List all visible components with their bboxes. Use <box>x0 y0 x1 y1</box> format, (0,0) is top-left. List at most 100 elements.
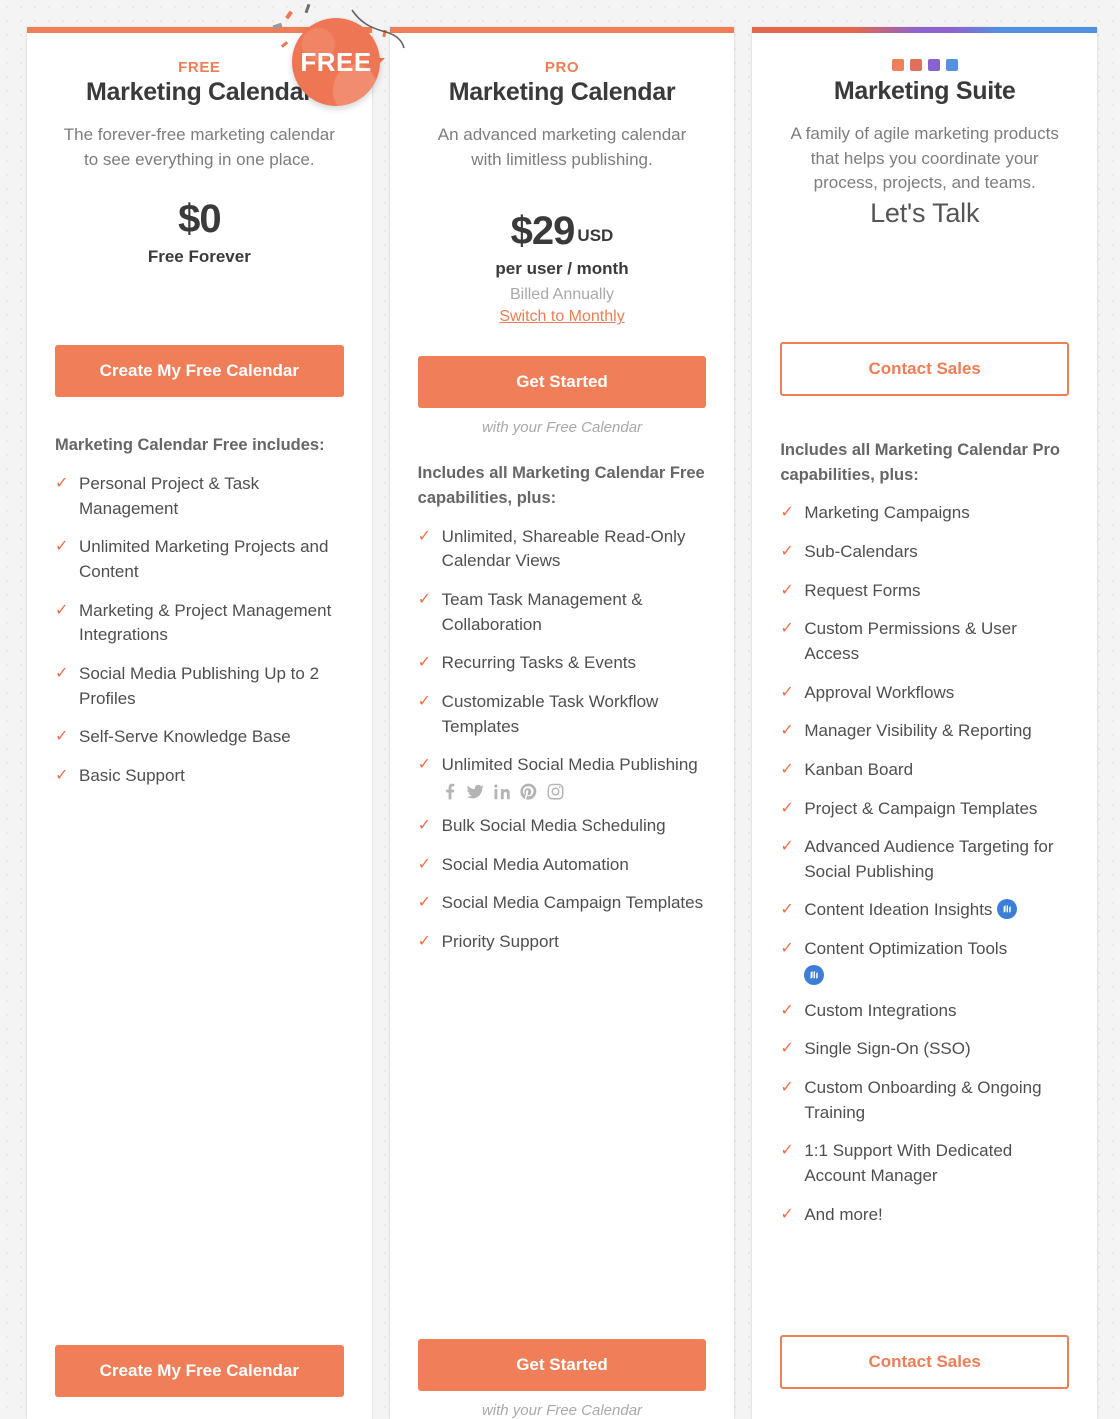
feature-label: Personal Project & Task Management <box>79 474 260 518</box>
lets-talk-label: Let's Talk <box>870 197 980 228</box>
feature-label: Priority Support <box>441 931 559 951</box>
feature-item: ✓ Bulk Social Media Scheduling <box>418 814 707 839</box>
feature-item: ✓ Unlimited Marketing Projects and Conte… <box>55 535 344 584</box>
feature-label: Unlimited Marketing Projects and Content <box>79 537 329 581</box>
feature-label: Social Media Automation <box>441 854 629 874</box>
facebook-icon <box>442 783 457 800</box>
feature-label: Sub-Calendars <box>804 542 918 562</box>
check-icon: ✓ <box>780 1001 794 1019</box>
pricing-card-free: FREE Marketing Calendar The forever-free… <box>27 27 372 1419</box>
feature-label: Manager Visibility & Reporting <box>804 721 1032 741</box>
feature-item: ✓ Team Task Management & Collaboration <box>418 588 707 637</box>
feature-item: ✓ Basic Support <box>55 764 344 789</box>
card-accent-bar <box>389 27 735 33</box>
feature-item: ✓ Marketing Campaigns <box>780 501 1069 526</box>
feature-label: And more! <box>804 1204 883 1224</box>
suite-product-squares <box>780 59 1069 71</box>
check-icon: ✓ <box>780 760 794 778</box>
bottom-cta-pro: Get Started with your Free Calendar <box>417 1339 707 1419</box>
square-purple-icon <box>927 59 940 71</box>
feature-label: Single Sign-On (SSO) <box>804 1039 971 1059</box>
plan-description-pro: An advanced marketing calendar with limi… <box>437 125 687 169</box>
feature-item: ✓ Advanced Audience Targeting for Social… <box>780 835 1069 884</box>
check-icon: ✓ <box>780 543 794 561</box>
feature-label: Kanban Board <box>804 759 914 779</box>
bottom-cta-free: Create My Free Calendar <box>55 1345 344 1419</box>
check-icon: ✓ <box>780 722 794 740</box>
pricing-card-pro: PRO Marketing Calendar An advanced marke… <box>389 27 735 1419</box>
feature-item: ✓ Social Media Automation <box>418 853 707 878</box>
plan-title-pro: Marketing Calendar <box>448 78 676 106</box>
check-icon: ✓ <box>55 601 69 619</box>
feature-label: Approval Workflows <box>804 682 955 702</box>
card-accent-bar-gradient <box>752 27 1098 33</box>
instagram-icon <box>547 783 564 800</box>
check-icon: ✓ <box>417 527 432 545</box>
feature-item: ✓ Self-Serve Knowledge Base <box>55 725 344 750</box>
check-icon: ✓ <box>55 728 69 746</box>
feature-label: Recurring Tasks & Events <box>441 653 636 673</box>
analytics-badge-icon <box>804 964 1007 985</box>
feature-item: ✓ Approval Workflows <box>780 681 1069 706</box>
billing-period-label: Billed Annually <box>509 286 615 304</box>
feature-label: Custom Integrations <box>804 1000 957 1020</box>
check-icon: ✓ <box>780 1205 794 1223</box>
square-red-icon <box>909 59 922 71</box>
feature-label: Advanced Audience Targeting for Social P… <box>804 837 1054 881</box>
analytics-badge-icon <box>997 899 1018 920</box>
check-icon: ✓ <box>417 654 432 672</box>
feature-item: ✓ Sub-Calendars <box>780 540 1069 565</box>
switch-to-monthly-link[interactable]: Switch to Monthly <box>499 308 624 326</box>
contact-sales-button-top[interactable]: Contact Sales <box>780 341 1070 396</box>
feature-label: Basic Support <box>79 765 185 785</box>
feature-item: ✓ Project & Campaign Templates <box>780 797 1069 822</box>
feature-label: Bulk Social Media Scheduling <box>441 815 666 835</box>
feature-item: ✓ Single Sign-On (SSO) <box>780 1037 1069 1062</box>
feature-item: ✓ Unlimited, Shareable Read-Only Calenda… <box>418 525 707 574</box>
check-icon: ✓ <box>55 475 69 493</box>
cta-note-pro-bottom: with your Free Calendar <box>481 1402 643 1419</box>
square-orange-icon <box>891 59 904 71</box>
check-icon: ✓ <box>780 581 794 599</box>
feature-label: Content Ideation Insights <box>804 900 993 920</box>
check-icon: ✓ <box>417 894 432 912</box>
check-icon: ✓ <box>55 538 69 556</box>
price-currency-pro: USD <box>577 226 614 246</box>
feature-item: ✓ 1:1 Support With Dedicated Account Man… <box>780 1139 1069 1188</box>
check-icon: ✓ <box>780 620 794 638</box>
feature-label: Customizable Task Workflow Templates <box>441 691 659 736</box>
feature-item: ✓ Customizable Task Workflow Templates <box>418 690 707 739</box>
create-free-calendar-button-bottom[interactable]: Create My Free Calendar <box>55 1345 344 1397</box>
price-block-free: $0 Free Forever <box>55 198 344 267</box>
feature-label: Unlimited, Shareable Read-Only Calendar … <box>441 526 686 571</box>
feature-label: Marketing & Project Management Integrati… <box>79 600 332 645</box>
check-icon: ✓ <box>417 816 432 834</box>
get-started-button-bottom[interactable]: Get Started <box>417 1339 707 1391</box>
feature-label: Social Media Publishing Up to 2 Profiles <box>79 663 320 708</box>
contact-sales-button-bottom[interactable]: Contact Sales <box>780 1335 1070 1389</box>
feature-item: ✓ Custom Integrations <box>780 999 1069 1024</box>
free-badge-label: FREE <box>300 46 372 77</box>
feature-item: ✓ Request Forms <box>780 579 1069 604</box>
bottom-cta-suite: Contact Sales <box>780 1335 1070 1419</box>
feature-item: ✓ Unlimited Social Media Publishing <box>418 753 707 800</box>
check-icon: ✓ <box>780 1079 794 1097</box>
feature-item: ✓ Social Media Campaign Templates <box>418 891 707 916</box>
feature-item: ✓ Content Optimization Tools <box>780 937 1069 985</box>
check-icon: ✓ <box>55 766 69 784</box>
create-free-calendar-button-top[interactable]: Create My Free Calendar <box>55 345 344 398</box>
get-started-button-top[interactable]: Get Started <box>417 356 707 409</box>
features-list-pro: Includes all Marketing Calendar Free cap… <box>418 461 707 968</box>
features-list-suite: Includes all Marketing Calendar Pro capa… <box>780 438 1069 1241</box>
linkedin-icon <box>493 783 510 800</box>
feature-label: Social Media Campaign Templates <box>441 893 704 913</box>
price-block-pro: $29 USD per user / month Billed Annually … <box>418 210 707 326</box>
cta-note-pro-top: with your Free Calendar <box>481 419 643 437</box>
features-heading-pro: Includes all Marketing Calendar Free cap… <box>417 464 705 508</box>
pricing-table: FREE Marketing Calendar The forever-free… <box>0 0 1120 1419</box>
feature-item: ✓ Priority Support <box>418 930 707 955</box>
feature-item: ✓ Marketing & Project Management Integra… <box>55 599 344 648</box>
plan-title-suite: Marketing Suite <box>833 77 1016 105</box>
feature-label: Custom Permissions & User Access <box>804 619 1017 663</box>
price-subtitle-free: Free Forever <box>147 247 251 267</box>
